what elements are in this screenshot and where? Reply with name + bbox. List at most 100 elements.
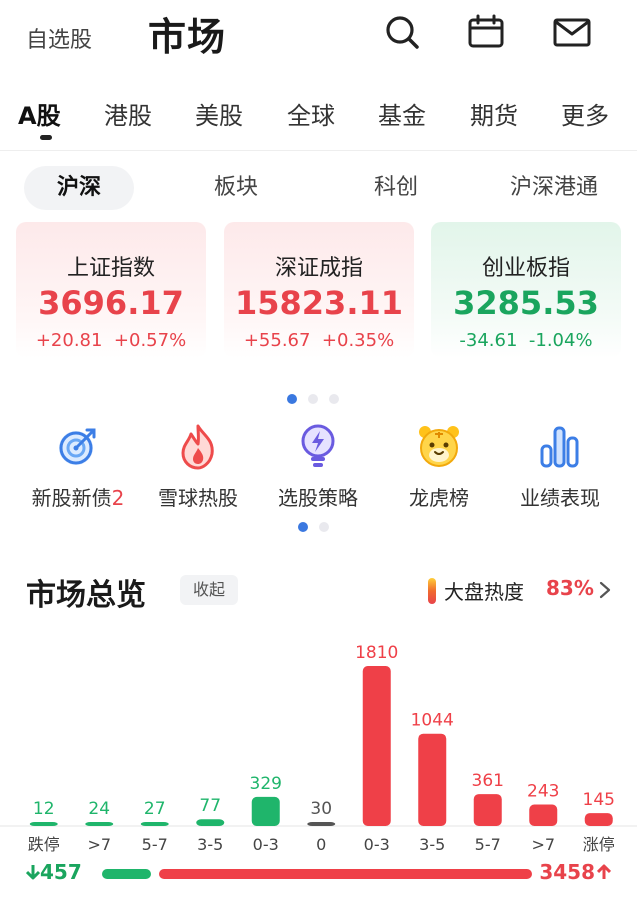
chart-bar[interactable] [529,804,558,826]
index-name: 创业板指 [481,256,570,281]
chart-bar[interactable] [140,822,169,826]
bar-value-label: 12 [33,799,55,819]
tab-us-shares[interactable]: 美股 [195,96,243,131]
shortcut-label: 业绩表现 [520,486,600,510]
index-change-points: -34.61 [459,330,518,351]
shortcut-hot-stocks[interactable]: 雪球热股 [138,422,258,511]
distribution-chart: 12 跌停 24 >7 27 5-7 77 3-5 329 0-3 30 0 1810 0-3 1044 3-… [0,643,637,854]
chart-bar[interactable] [307,822,336,826]
index-pager-dots [287,394,347,404]
subtab-sectors[interactable]: 板块 [214,166,258,210]
bar-value-label: 145 [583,790,615,810]
shortcut-dragon-tiger[interactable]: 龙虎榜 [379,422,499,511]
flame-icon [181,424,214,470]
target-icon [59,428,96,465]
up-count-value: 3458 [539,860,595,884]
shortcut-label: 龙虎榜 [409,486,469,510]
bar-value-label: 27 [144,799,166,819]
count-badge: 2 [111,486,125,510]
page-title: 市场 [148,15,227,59]
shortcut-pager-dots [298,522,338,532]
bar-value-label: 1810 [355,643,398,663]
category-label: 5-7 [475,835,501,854]
category-label: >7 [87,835,111,854]
heat-label: 大盘热度 [444,580,524,604]
chevron-right-icon [599,581,611,599]
tab-more[interactable]: 更多 [561,96,609,131]
chart-bar[interactable] [418,733,447,826]
down-count-value: 457 [40,860,82,884]
shortcut-stock-strategy[interactable]: 选股策略 [258,422,378,511]
up-count: 3458 [539,860,612,884]
header: 自选股 市场 [0,0,637,80]
index-change: -34.61 -1.04% [431,330,621,351]
market-tabs: A股 港股 美股 全球 基金 期货 更多 [0,96,637,146]
tab-a-shares[interactable]: A股 [18,96,61,131]
active-tab-indicator [40,135,52,140]
subtab-connect[interactable]: 沪深港通 [510,166,598,210]
bar-value-label: 329 [250,774,282,794]
subtab-star-market[interactable]: 科创 [374,166,418,210]
pager-dot[interactable] [319,522,329,532]
index-value: 3285.53 [453,284,599,322]
shortcut-label: 雪球热股 [158,486,238,510]
category-label: 3-5 [197,835,223,854]
index-change-percent: +0.35% [321,330,395,351]
category-label: 跌停 [28,835,60,854]
divider [0,150,637,151]
pager-dot[interactable] [329,394,339,404]
chart-bar[interactable] [29,822,58,826]
search-icon[interactable] [382,12,422,52]
tab-futures[interactable]: 期货 [470,96,518,131]
index-change-points: +20.81 [35,330,103,351]
tab-hk-shares[interactable]: 港股 [104,96,152,131]
index-card-chinext[interactable]: 创业板指 3285.53 -34.61 -1.04% [431,222,621,358]
category-label: 涨停 [583,835,615,854]
category-label: 3-5 [419,835,445,854]
collapse-button[interactable]: 收起 [180,575,238,605]
bulb-icon [301,424,335,467]
category-label: >7 [531,835,555,854]
category-label: 0-3 [364,835,390,854]
category-label: 0-3 [253,835,279,854]
bar-value-label: 77 [199,796,221,816]
tiger-icon [419,426,459,467]
chart-bar[interactable] [196,819,225,826]
index-name: 上证指数 [66,256,155,281]
bar-value-label: 24 [88,799,110,819]
bar-value-label: 361 [472,771,504,791]
chart-bar[interactable] [85,822,114,826]
shortcut-new-issues[interactable]: 新股新债2 [18,422,138,511]
index-card-sse[interactable]: 上证指数 3696.17 +20.81 +0.57% [16,222,206,358]
shortcut-earnings[interactable]: 业绩表现 [500,422,620,511]
watchlist-link[interactable]: 自选股 [26,22,92,54]
tab-funds[interactable]: 基金 [378,96,426,131]
arrow-down-icon [25,865,41,880]
index-value: 3696.17 [38,284,184,322]
index-name: 深证成指 [274,256,363,281]
sub-tabs: 沪深 板块 科创 沪深港通 [0,166,637,210]
chart-bar[interactable] [362,666,391,826]
heat-value: 83% [546,576,594,600]
thermometer-icon [428,578,436,604]
shortcut-label: 新股新债 [31,486,112,510]
tab-global[interactable]: 全球 [287,96,335,131]
ratio-row: 457 3458 [0,860,637,890]
calendar-icon[interactable] [466,12,506,52]
chart-bar[interactable] [473,794,502,826]
index-change-percent: +0.57% [113,330,187,351]
bar-value-label: 1044 [411,711,454,731]
index-value: 15823.11 [234,284,403,322]
subtab-shanghai-shenzhen[interactable]: 沪深 [24,166,134,210]
index-card-szse[interactable]: 深证成指 15823.11 +55.67 +0.35% [224,222,414,358]
pager-dot[interactable] [287,394,297,404]
bar-value-label: 30 [310,799,332,819]
chart-bar[interactable] [251,796,280,826]
pager-dot[interactable] [298,522,308,532]
chart-bar[interactable] [584,813,613,826]
pager-dot[interactable] [308,394,318,404]
bar-chart-icon [540,426,579,468]
down-count: 457 [25,860,82,884]
mail-icon[interactable] [552,12,592,52]
category-label: 5-7 [142,835,168,854]
